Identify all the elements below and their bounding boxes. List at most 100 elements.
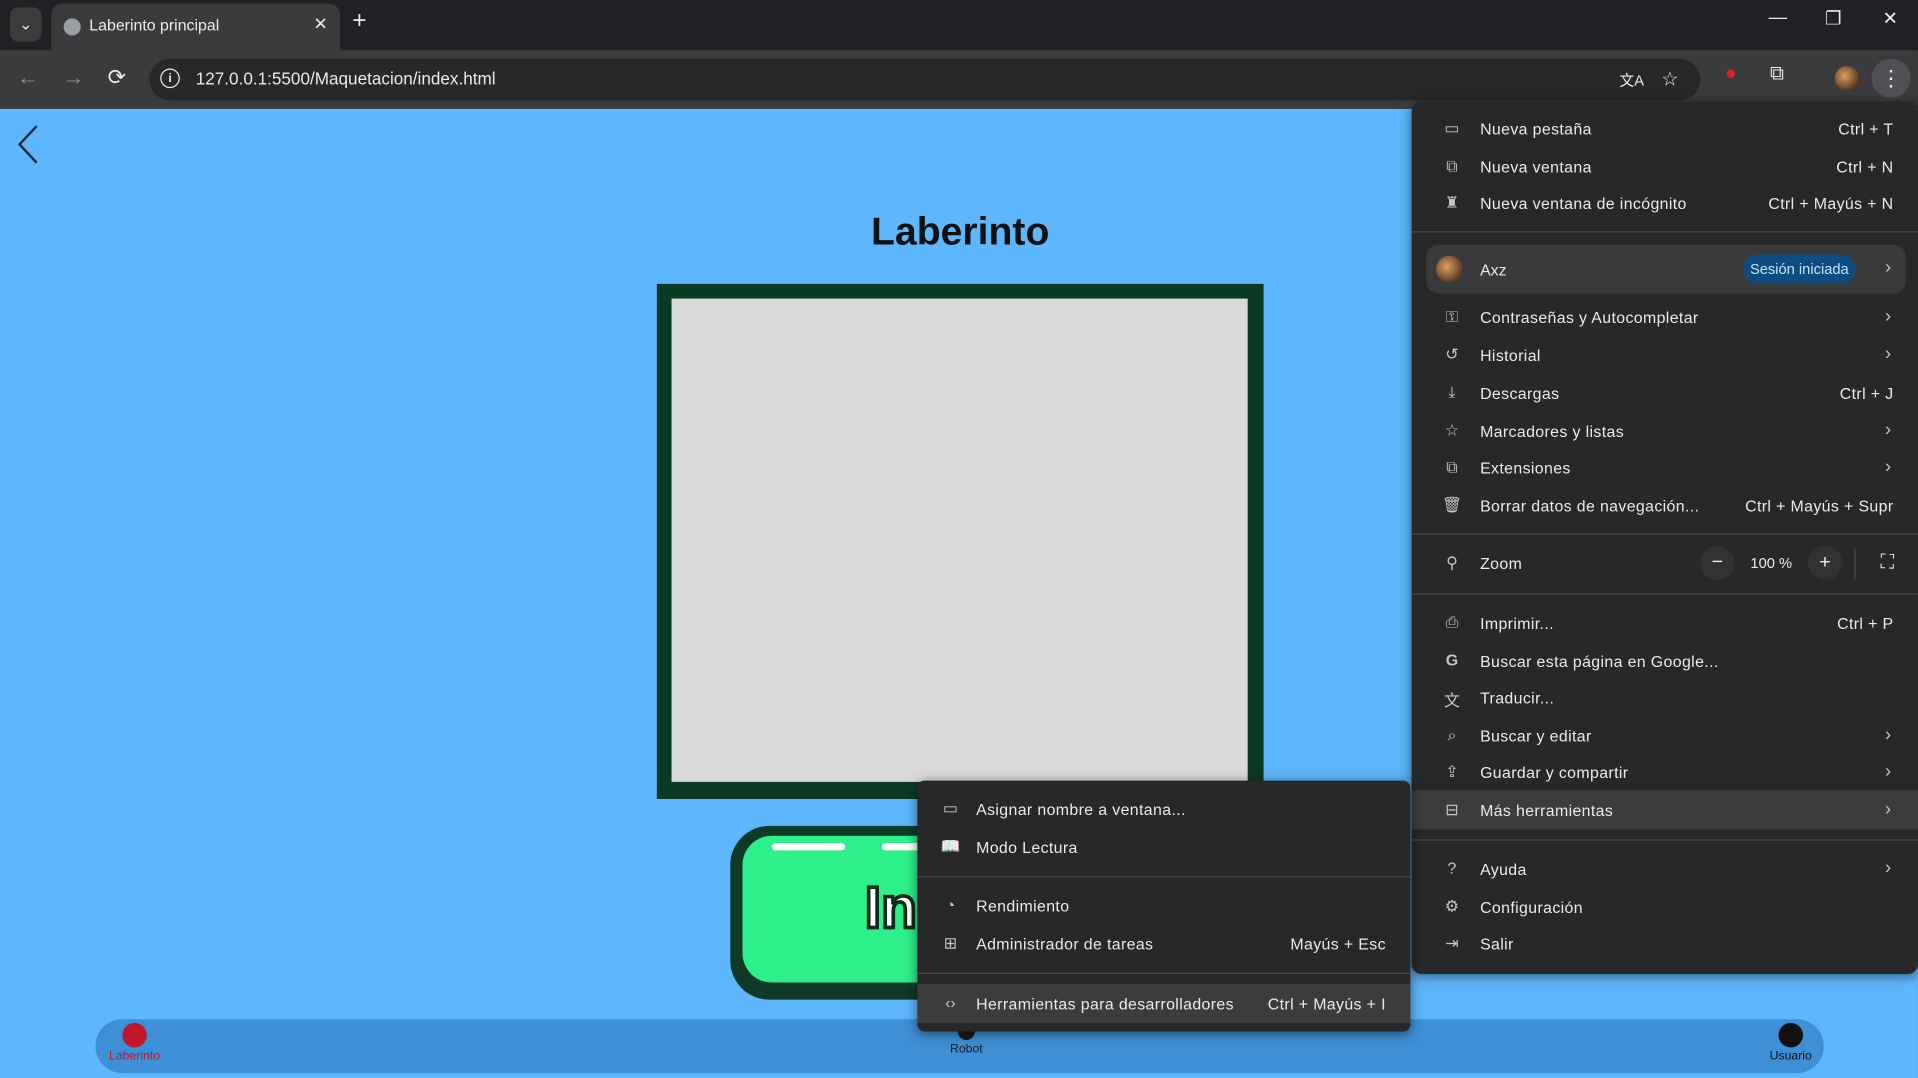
menu-label: Historial <box>1480 346 1541 365</box>
submenu-item-performance[interactable]: ◔ Rendimiento <box>917 888 1410 925</box>
browser-toolbar: ← → ⟳ i 127.0.0.1:5500/Maquetacion/index… <box>0 50 1918 109</box>
menu-label: Extensiones <box>1480 458 1571 478</box>
more-tools-submenu: ▭ Asignar nombre a ventana... 📖 Modo Lectu… <box>917 780 1411 1032</box>
fullscreen-button[interactable]: ⛶ <box>1870 546 1904 580</box>
chevron-right-icon: › <box>1884 343 1892 365</box>
menu-item-save-share[interactable]: ⇪ Guardar y compartir › <box>1412 755 1918 792</box>
minimize-button[interactable]: — <box>1769 7 1787 28</box>
menu-item-translate[interactable]: 文 Traducir... <box>1412 680 1918 717</box>
menu-item-help[interactable]: ? Ayuda › <box>1412 852 1918 889</box>
chevron-right-icon: › <box>1884 857 1892 879</box>
history-icon: ↺ <box>1445 345 1459 364</box>
menu-label: Nueva ventana de incógnito <box>1480 194 1687 213</box>
find-icon: ⌕ <box>1447 725 1457 744</box>
tab-strip: ⌄ Laberinto principal ✕ + — ❐ ✕ <box>0 0 1918 51</box>
restore-button[interactable]: ❐ <box>1825 7 1841 30</box>
menu-label: Nueva pestaña <box>1480 119 1592 139</box>
chevron-right-icon: › <box>1884 724 1892 746</box>
incognito-icon: ♜ <box>1444 193 1460 212</box>
chevron-right-icon: › <box>1884 761 1892 782</box>
menu-item-incognito[interactable]: ♜ Nueva ventana de incógnito Ctrl + Mayús … <box>1412 186 1918 223</box>
maze-frame <box>656 283 1264 800</box>
address-bar[interactable]: i 127.0.0.1:5500/Maquetacion/index.html … <box>149 58 1701 101</box>
menu-item-more-tools[interactable]: ⊟ Más herramientas › <box>1411 790 1918 830</box>
profile-avatar[interactable] <box>1834 66 1860 91</box>
window-close-button[interactable]: ✕ <box>1883 7 1898 30</box>
shortcut: Ctrl + N <box>1836 157 1894 177</box>
code-icon: ‹› <box>945 993 956 1012</box>
forward-button[interactable]: → <box>62 65 84 91</box>
maze-canvas[interactable] <box>671 298 1248 782</box>
submenu-item-task-manager[interactable]: ⊞ Administrador de tareas Mayús + Esc <box>917 926 1410 963</box>
menu-item-search-google[interactable]: G Buscar esta página en Google... <box>1412 644 1918 681</box>
menu-label: Nueva ventana <box>1480 157 1592 177</box>
url-text[interactable]: 127.0.0.1:5500/Maquetacion/index.html <box>196 69 496 89</box>
menu-item-extensions[interactable]: ⧉ Extensiones › <box>1412 450 1918 487</box>
menu-label: Buscar esta página en Google... <box>1480 652 1719 671</box>
menu-divider <box>1411 231 1918 233</box>
menu-item-print[interactable]: ⎙ Imprimir... Ctrl + P <box>1412 606 1918 643</box>
button-shine <box>771 843 846 851</box>
menu-label: Configuración <box>1480 898 1583 917</box>
nav-item-laberinto[interactable]: Laberinto <box>105 1022 164 1063</box>
exit-icon: ⇥ <box>1445 933 1459 952</box>
google-icon: G <box>1445 650 1459 670</box>
submenu-item-name-window[interactable]: ▭ Asignar nombre a ventana... <box>917 792 1410 829</box>
menu-item-history[interactable]: ↺ Historial › <box>1412 338 1918 375</box>
nav-item-usuario[interactable]: Usuario <box>1761 1022 1820 1064</box>
bookmark-star-icon[interactable]: ☆ <box>1661 67 1679 91</box>
nav-label: Usuario <box>1769 1049 1812 1064</box>
page-title: Laberinto <box>871 209 1050 254</box>
submenu-item-devtools[interactable]: ‹› Herramientas para desarrolladores Ctrl … <box>917 983 1411 1023</box>
gear-icon: ⚙ <box>1444 896 1460 916</box>
menu-item-exit[interactable]: ⇥ Salir <box>1412 926 1918 963</box>
shortcut: Ctrl + Mayús + I <box>1267 994 1386 1014</box>
key-icon: ⚿ <box>1445 307 1458 326</box>
zoom-in-button[interactable]: + <box>1807 545 1843 580</box>
menu-label: Administrador de tareas <box>976 934 1154 954</box>
extension-red-icon[interactable]: ● <box>1725 64 1737 86</box>
trash-icon: 🗑 <box>1441 495 1463 514</box>
translate-icon: 文 <box>1443 691 1460 710</box>
menu-item-bookmarks[interactable]: ☆ Marcadores y listas › <box>1412 414 1918 451</box>
menu-label: Salir <box>1480 934 1514 954</box>
chevron-left-icon[interactable] <box>15 124 44 166</box>
help-icon: ? <box>1447 858 1457 878</box>
menu-item-downloads[interactable]: ⤓ Descargas Ctrl + J <box>1412 376 1918 413</box>
new-tab-icon: ▭ <box>1444 118 1460 138</box>
chevron-right-icon: › <box>1884 456 1892 478</box>
start-button-label: In <box>863 874 919 943</box>
reload-button[interactable]: ⟳ <box>108 65 126 91</box>
shortcut: Ctrl + Mayús + N <box>1768 194 1894 213</box>
menu-item-new-tab[interactable]: ▭ Nueva pestaña Ctrl + T <box>1412 111 1918 148</box>
back-button[interactable]: ← <box>17 65 39 91</box>
profile-row[interactable]: Axz Sesión iniciada › <box>1426 244 1906 294</box>
menu-item-find-edit[interactable]: ⌕ Buscar y editar › <box>1412 718 1918 755</box>
translate-icon[interactable]: 文A <box>1620 70 1644 91</box>
menu-label: Modo Lectura <box>976 838 1078 857</box>
menu-label: Traducir... <box>1480 688 1555 708</box>
extensions-icon[interactable]: ⧉ <box>1770 64 1784 86</box>
tab-close-button[interactable]: ✕ <box>313 13 327 34</box>
tab-search-button[interactable]: ⌄ <box>9 7 42 42</box>
divider <box>1854 548 1856 580</box>
menu-item-settings[interactable]: ⚙ Configuración <box>1412 890 1918 927</box>
menu-label: Rendimiento <box>976 896 1070 916</box>
new-tab-button[interactable]: + <box>352 7 366 35</box>
chevron-right-icon: › <box>1884 799 1892 820</box>
submenu-item-reading-mode[interactable]: 📖 Modo Lectura <box>917 830 1410 867</box>
site-info-icon[interactable]: i <box>160 68 180 89</box>
zoom-out-button[interactable]: − <box>1700 545 1735 580</box>
nav-label: Robot <box>950 1042 983 1056</box>
menu-item-new-window[interactable]: ⧉ Nueva ventana Ctrl + N <box>1412 149 1918 186</box>
menu-label: Buscar y editar <box>1480 726 1592 746</box>
menu-divider <box>917 972 1411 974</box>
menu-item-passwords[interactable]: ⚿ Contraseñas y Autocompletar › <box>1412 300 1918 337</box>
menu-label: Borrar datos de navegación... <box>1480 496 1700 516</box>
chrome-menu-button[interactable]: ⋮ <box>1871 58 1911 98</box>
book-icon: 📖 <box>940 836 961 856</box>
active-tab[interactable]: Laberinto principal ✕ <box>51 3 341 51</box>
menu-label: Zoom <box>1480 554 1523 573</box>
shortcut: Ctrl + T <box>1838 119 1894 139</box>
menu-item-clear-data[interactable]: 🗑 Borrar datos de navegación... Ctrl + May… <box>1412 488 1918 525</box>
